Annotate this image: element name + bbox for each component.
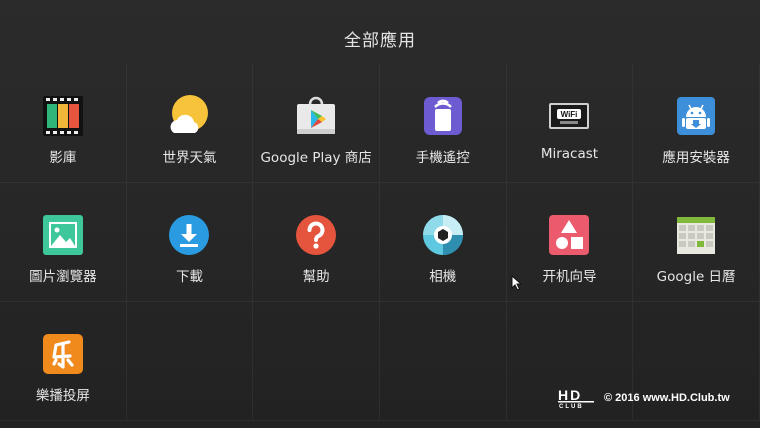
phone-remote-icon	[422, 95, 464, 137]
empty-slot	[253, 302, 380, 421]
download-icon	[168, 214, 210, 256]
mouse-cursor-icon	[511, 274, 523, 295]
app-label: Google Play 商店	[260, 150, 372, 166]
app-miracast[interactable]: WiFi Miracast	[506, 64, 634, 183]
android-installer-icon	[675, 95, 717, 137]
play-store-icon	[295, 95, 337, 137]
app-grid: 影庫 世界天氣 Google Play 商店 手機遙控 WiFi Miracas…	[0, 64, 760, 428]
app-label: 應用安裝器	[662, 150, 730, 166]
lebo-cast-icon	[42, 333, 84, 375]
svg-text:HD: HD	[558, 387, 582, 403]
miracast-icon: WiFi	[548, 95, 590, 137]
app-google-play-store[interactable]: Google Play 商店	[253, 64, 380, 183]
setup-wizard-icon	[548, 214, 590, 256]
app-label: 圖片瀏覽器	[29, 269, 97, 285]
app-label: Google 日曆	[656, 269, 736, 285]
calendar-icon	[675, 214, 717, 256]
app-phone-remote[interactable]: 手機遙控	[379, 64, 507, 183]
hd-club-logo: HD CLUB	[556, 387, 598, 410]
app-label: 樂播投屏	[35, 388, 90, 404]
empty-slot	[126, 302, 254, 421]
app-label: 影庫	[49, 150, 77, 166]
app-world-weather[interactable]: 世界天氣	[126, 64, 254, 183]
help-icon	[295, 214, 337, 256]
app-image-viewer[interactable]: 圖片瀏覽器	[0, 183, 127, 302]
app-label: 幫助	[302, 269, 330, 285]
empty-slot	[379, 302, 507, 421]
watermark: HD CLUB © 2016 www.HD.Club.tw	[556, 385, 756, 411]
app-label: 相機	[429, 269, 457, 285]
app-camera[interactable]: 相機	[379, 183, 507, 302]
app-label: 世界天氣	[162, 150, 217, 166]
app-installer[interactable]: 應用安裝器	[633, 64, 760, 183]
app-lebo-cast[interactable]: 樂播投屏	[0, 302, 127, 421]
app-setup-wizard[interactable]: 开机向导	[506, 183, 634, 302]
app-label: 下載	[175, 269, 203, 285]
camera-icon	[422, 214, 464, 256]
app-google-calendar[interactable]: Google 日曆	[633, 183, 760, 302]
app-downloads[interactable]: 下載	[126, 183, 254, 302]
app-label: 开机向导	[542, 269, 597, 285]
page-title: 全部應用	[344, 31, 416, 51]
film-icon	[42, 95, 84, 137]
watermark-text: © 2016 www.HD.Club.tw	[604, 392, 730, 404]
app-movie-library[interactable]: 影庫	[0, 64, 127, 183]
svg-text:WiFi: WiFi	[561, 110, 578, 119]
app-help[interactable]: 幫助	[253, 183, 380, 302]
picture-icon	[42, 214, 84, 256]
app-label: Miracast	[540, 146, 599, 162]
app-label: 手機遙控	[415, 150, 470, 166]
weather-icon	[168, 95, 210, 137]
svg-text:CLUB: CLUB	[559, 404, 584, 409]
